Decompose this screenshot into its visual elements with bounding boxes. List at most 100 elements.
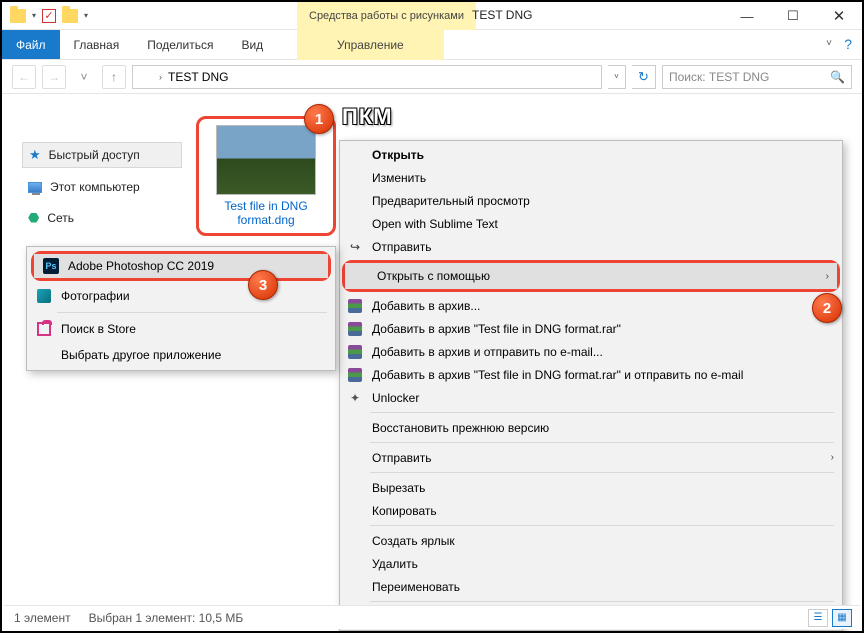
ribbon-tabs: Файл Главная Поделиться Вид Управление ˅… (2, 30, 862, 60)
tab-home[interactable]: Главная (60, 30, 134, 59)
ctx-add-archive[interactable]: Добавить в архив... (340, 294, 842, 317)
submenu-other-app[interactable]: Выбрать другое приложение (27, 342, 335, 368)
ctx-add-archive-mail[interactable]: Добавить в архив и отправить по e-mail..… (340, 340, 842, 363)
tab-manage[interactable]: Управление (297, 30, 444, 60)
ctx-open-sublime[interactable]: Open with Sublime Text (340, 212, 842, 235)
minimize-button[interactable]: ― (724, 2, 770, 30)
help-icon[interactable]: ? (844, 36, 852, 52)
quick-access-toolbar: ▾ ✓ ▾ (2, 9, 88, 23)
ctx-share[interactable]: ↪Отправить (340, 235, 842, 258)
separator (370, 525, 834, 526)
ctx-copy[interactable]: Копировать (340, 499, 842, 522)
qat-dropdown-icon[interactable]: ▾ (32, 11, 36, 20)
winrar-icon (348, 322, 362, 336)
ctx-cut[interactable]: Вырезать (340, 476, 842, 499)
details-view-button[interactable]: ☰ (808, 609, 828, 627)
separator (370, 412, 834, 413)
submenu-photoshop[interactable]: Ps Adobe Photoshop CC 2019 (34, 254, 328, 278)
status-selection: Выбран 1 элемент: 10,5 МБ (89, 611, 244, 625)
photoshop-icon: Ps (43, 258, 59, 274)
icons-view-button[interactable]: ▦ (832, 609, 852, 627)
back-button[interactable]: ← (12, 65, 36, 89)
separator (370, 472, 834, 473)
chevron-right-icon: › (831, 452, 834, 463)
breadcrumb[interactable]: › TEST DNG (132, 65, 602, 89)
context-menu: Открыть Изменить Предварительный просмот… (339, 140, 843, 631)
content-area: ★ Быстрый доступ Этот компьютер ⬣ Сеть T… (4, 98, 860, 605)
tab-view[interactable]: Вид (227, 30, 277, 59)
wand-icon: ✦ (344, 391, 366, 405)
tab-file[interactable]: Файл (2, 30, 60, 59)
file-item-selected[interactable]: Test file in DNG format.dng (196, 116, 336, 236)
callout-1-label: ПКМ (342, 104, 393, 130)
submenu-photos[interactable]: Фотографии (27, 283, 335, 309)
status-bar: 1 элемент Выбран 1 элемент: 10,5 МБ ☰ ▦ (4, 605, 860, 629)
submenu-store[interactable]: Поиск в Store (27, 316, 335, 342)
address-bar-row: ← → ˅ ↑ › TEST DNG ˅ ↻ Поиск: TEST DNG 🔍 (2, 60, 862, 94)
ctx-delete[interactable]: Удалить (340, 552, 842, 575)
winrar-icon (348, 299, 362, 313)
address-dropdown-icon[interactable]: ˅ (608, 65, 626, 89)
title-bar: ▾ ✓ ▾ Средства работы с рисунками TEST D… (2, 2, 862, 30)
chevron-right-icon: › (826, 271, 829, 282)
refresh-button[interactable]: ↻ (632, 65, 656, 89)
tab-share[interactable]: Поделиться (133, 30, 227, 59)
close-button[interactable]: ✕ (816, 2, 862, 30)
open-with-submenu: Ps Adobe Photoshop CC 2019 Фотографии По… (26, 246, 336, 371)
separator (370, 442, 834, 443)
forward-button[interactable]: → (42, 65, 66, 89)
photos-icon (37, 289, 51, 303)
status-item-count: 1 элемент (14, 611, 71, 625)
folder-icon (139, 71, 153, 83)
folder-icon (10, 9, 26, 23)
file-name: Test file in DNG format.dng (205, 199, 327, 227)
sidebar-item-label: Быстрый доступ (49, 148, 140, 162)
ctx-restore[interactable]: Восстановить прежнюю версию (340, 416, 842, 439)
contextual-tool-tab[interactable]: Средства работы с рисунками (297, 2, 476, 30)
sidebar-item-label: Этот компьютер (50, 180, 140, 194)
ctx-add-archive-named-mail[interactable]: Добавить в архив "Test file in DNG forma… (340, 363, 842, 386)
winrar-icon (348, 368, 362, 382)
search-input[interactable]: Поиск: TEST DNG 🔍 (662, 65, 852, 89)
search-placeholder: Поиск: TEST DNG (669, 70, 769, 84)
ctx-open[interactable]: Открыть (340, 143, 842, 166)
ctx-send-to[interactable]: Отправить› (340, 446, 842, 469)
maximize-button[interactable]: ☐ (770, 2, 816, 30)
chevron-right-icon[interactable]: › (159, 72, 162, 82)
winrar-icon (348, 345, 362, 359)
sidebar-item-network[interactable]: ⬣ Сеть (22, 206, 182, 230)
sidebar-item-label: Сеть (47, 211, 74, 225)
ctx-add-archive-named[interactable]: Добавить в архив "Test file in DNG forma… (340, 317, 842, 340)
ctx-edit[interactable]: Изменить (340, 166, 842, 189)
separator (370, 601, 834, 602)
network-icon: ⬣ (28, 210, 39, 226)
file-thumbnail (216, 125, 316, 195)
search-icon: 🔍 (830, 70, 845, 84)
submenu-photoshop-highlight: Ps Adobe Photoshop CC 2019 (31, 251, 331, 281)
ctx-create-shortcut[interactable]: Создать ярлык (340, 529, 842, 552)
sidebar-item-quick-access[interactable]: ★ Быстрый доступ (22, 142, 182, 168)
ctx-rename[interactable]: Переименовать (340, 575, 842, 598)
share-icon: ↪ (344, 240, 366, 254)
up-button[interactable]: ↑ (102, 65, 126, 89)
view-switcher: ☰ ▦ (808, 609, 852, 627)
folder-icon (62, 9, 78, 23)
checkbox-icon[interactable]: ✓ (42, 9, 56, 23)
computer-icon (28, 182, 42, 193)
recent-dropdown-icon[interactable]: ˅ (72, 65, 96, 89)
sidebar-item-this-pc[interactable]: Этот компьютер (22, 176, 182, 198)
store-icon (37, 322, 51, 336)
navigation-pane: ★ Быстрый доступ Этот компьютер ⬣ Сеть (22, 142, 182, 230)
ribbon-expand-icon[interactable]: ˅ (826, 38, 832, 49)
separator (57, 312, 327, 313)
breadcrumb-folder[interactable]: TEST DNG (168, 70, 228, 84)
window-title: TEST DNG (472, 8, 532, 22)
callout-3: 3 (248, 270, 278, 300)
window-controls: ― ☐ ✕ (724, 2, 862, 30)
star-icon: ★ (29, 147, 41, 163)
ctx-preview[interactable]: Предварительный просмотр (340, 189, 842, 212)
callout-1: 1 (304, 104, 334, 134)
ctx-open-with[interactable]: Открыть с помощью› (345, 263, 837, 289)
ctx-unlocker[interactable]: ✦Unlocker (340, 386, 842, 409)
qat-overflow-icon[interactable]: ▾ (84, 11, 88, 20)
